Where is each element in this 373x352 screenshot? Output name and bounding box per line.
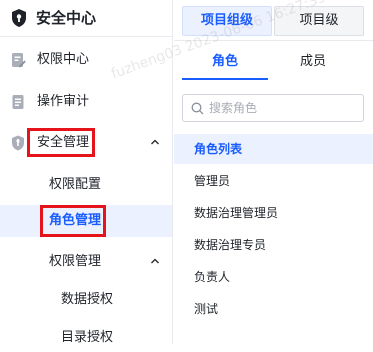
sidebar-item-access-management[interactable]: 权限管理 [0, 248, 172, 276]
role-label: 数据治理管理员 [194, 206, 279, 220]
tab-project-level[interactable]: 项目级 [274, 6, 364, 36]
role-item-data-governance-admin[interactable]: 数据治理管理员 [174, 198, 373, 228]
sidebar-item-label: 数据授权 [61, 292, 114, 307]
sidebar-header: 安全中心 [0, 0, 172, 37]
role-panel: 项目组级 项目级 角色 成员 角色列表 管理员 数据治理管理员 数据治理专员 负… [174, 0, 373, 344]
role-list-header[interactable]: 角色列表 [174, 134, 373, 164]
sidebar-item-catalog-authorization[interactable]: 目录授权 [0, 324, 172, 352]
role-item-data-governance-specialist[interactable]: 数据治理专员 [174, 230, 373, 260]
sidebar-item-data-authorization[interactable]: 数据授权 [0, 286, 172, 314]
role-label: 负责人 [194, 270, 231, 284]
role-search-box[interactable] [182, 94, 364, 122]
sidebar-title: 安全中心 [36, 9, 97, 27]
role-label: 测试 [194, 302, 219, 316]
sidebar: 安全中心 权限中心 操作审计 安全管理 权限配置 角色管理 权限管理 数据授权 … [0, 0, 173, 345]
sidebar-item-permission-center[interactable]: 权限中心 [0, 46, 172, 74]
sidebar-item-label: 操作审计 [37, 94, 90, 109]
sidebar-item-label: 权限中心 [37, 52, 90, 67]
role-item-owner[interactable]: 负责人 [174, 262, 373, 292]
chevron-up-icon[interactable] [150, 137, 160, 147]
sidebar-item-operation-audit[interactable]: 操作审计 [0, 88, 172, 116]
role-member-tabs: 角色 成员 [174, 44, 373, 80]
search-icon [191, 102, 204, 115]
highlight-box-security-management [27, 128, 95, 157]
role-item-admin[interactable]: 管理员 [174, 166, 373, 196]
sidebar-item-label: 权限配置 [49, 177, 102, 192]
role-label: 角色列表 [194, 142, 243, 156]
sidebar-item-label: 权限管理 [49, 254, 102, 269]
tab-members[interactable]: 成员 [270, 44, 356, 80]
chevron-up-icon[interactable] [150, 256, 160, 266]
role-item-test[interactable]: 测试 [174, 294, 373, 324]
search-input[interactable] [209, 98, 359, 118]
sidebar-item-label: 目录授权 [61, 330, 114, 345]
tab-roles[interactable]: 角色 [182, 44, 268, 80]
role-label: 数据治理专员 [194, 238, 267, 252]
sidebar-item-permission-config[interactable]: 权限配置 [0, 171, 172, 199]
role-label: 管理员 [194, 174, 231, 188]
security-center-logo-icon [12, 9, 26, 27]
highlight-box-role-management [40, 205, 106, 237]
scope-tabs: 项目组级 项目级 [174, 0, 373, 41]
tab-project-group-level[interactable]: 项目组级 [182, 6, 272, 36]
active-tab-indicator [182, 78, 268, 80]
permission-doc-icon [12, 53, 26, 68]
audit-doc-icon [12, 95, 24, 109]
shield-icon [12, 135, 24, 151]
